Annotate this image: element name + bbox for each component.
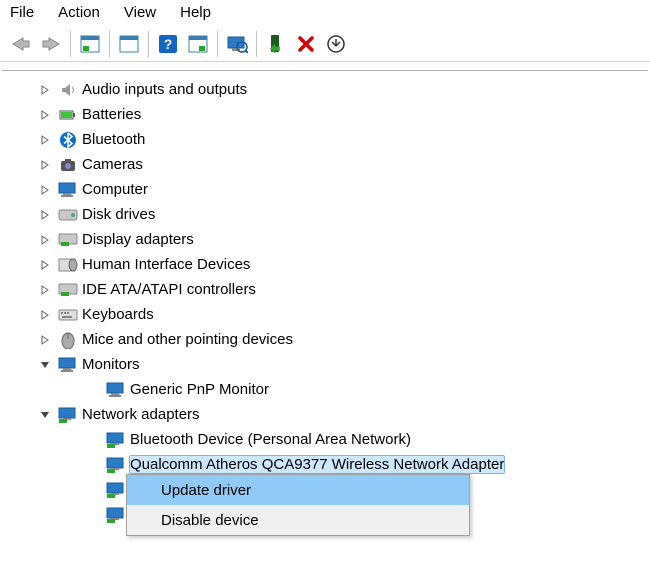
tree-item-ide[interactable]: IDE ATA/ATAPI controllers (14, 277, 648, 302)
tree-label: Bluetooth Device (Personal Area Network) (130, 431, 411, 448)
help-button[interactable]: ? (153, 29, 183, 59)
tree-label: Mice and other pointing devices (82, 331, 293, 348)
monitor-icon (58, 355, 78, 375)
expand-icon[interactable] (38, 108, 52, 122)
monitor-icon (106, 380, 126, 400)
expand-icon[interactable] (38, 283, 52, 297)
update-driver-button[interactable] (321, 29, 351, 59)
tree-label: Monitors (82, 356, 140, 373)
disk-icon (58, 205, 78, 225)
keyboard-icon (58, 305, 78, 325)
uninstall-device-button[interactable] (291, 29, 321, 59)
context-update-driver[interactable]: Update driver (127, 475, 469, 505)
tree-item-display[interactable]: Display adapters (14, 227, 648, 252)
menu-view[interactable]: View (124, 4, 156, 21)
tree-item-keyboards[interactable]: Keyboards (14, 302, 648, 327)
tree-label: Bluetooth (82, 131, 145, 148)
tree-item-audio[interactable]: Audio inputs and outputs (14, 77, 648, 102)
expand-icon[interactable] (38, 233, 52, 247)
tree-label: Audio inputs and outputs (82, 81, 247, 98)
audio-icon (58, 80, 78, 100)
tree-label: Keyboards (82, 306, 154, 323)
computer-icon (58, 180, 78, 200)
tree-label: Qualcomm Atheros QCA9377 Wireless Networ… (130, 456, 504, 473)
camera-icon (58, 155, 78, 175)
tree-item-mice[interactable]: Mice and other pointing devices (14, 327, 648, 352)
tree-item-bt-device[interactable]: Bluetooth Device (Personal Area Network) (14, 427, 648, 452)
expand-icon[interactable] (38, 333, 52, 347)
network-icon (106, 480, 126, 500)
scan-hardware-button[interactable] (222, 29, 252, 59)
context-menu: Update driver Disable device (126, 474, 470, 536)
tree-label: Network adapters (82, 406, 200, 423)
bluetooth-icon (58, 130, 78, 150)
collapse-icon[interactable] (38, 358, 52, 372)
expand-icon[interactable] (38, 133, 52, 147)
tree-item-monitors[interactable]: Monitors (14, 352, 648, 377)
display-adapter-icon (58, 230, 78, 250)
back-button[interactable] (6, 29, 36, 59)
device-tree: Audio inputs and outputs Batteries Bluet… (2, 71, 648, 527)
tree-label: Computer (82, 181, 148, 198)
network-icon (106, 430, 126, 450)
toolbar-separator (148, 31, 149, 57)
expand-icon[interactable] (38, 83, 52, 97)
tree-item-batteries[interactable]: Batteries (14, 102, 648, 127)
toolbar-separator (70, 31, 71, 57)
tree-label: Display adapters (82, 231, 194, 248)
mouse-icon (58, 330, 78, 350)
context-disable-device[interactable]: Disable device (127, 505, 469, 535)
menu-help[interactable]: Help (180, 4, 211, 21)
menubar: File Action View Help (0, 0, 650, 27)
toolbar-separator (256, 31, 257, 57)
expand-icon[interactable] (38, 258, 52, 272)
tree-item-bluetooth[interactable]: Bluetooth (14, 127, 648, 152)
tree-label: Generic PnP Monitor (130, 381, 269, 398)
toolbar: ? (0, 27, 650, 62)
toolbar-separator (217, 31, 218, 57)
battery-icon (58, 105, 78, 125)
network-icon (106, 455, 126, 475)
svg-text:?: ? (164, 36, 173, 52)
expand-icon[interactable] (38, 183, 52, 197)
tree-item-disk[interactable]: Disk drives (14, 202, 648, 227)
tree-item-cameras[interactable]: Cameras (14, 152, 648, 177)
expand-icon[interactable] (38, 208, 52, 222)
tree-label: Human Interface Devices (82, 256, 250, 273)
menu-action[interactable]: Action (58, 4, 100, 21)
forward-button[interactable] (36, 29, 66, 59)
collapse-icon[interactable] (38, 408, 52, 422)
enable-device-button[interactable] (261, 29, 291, 59)
tree-item-computer[interactable]: Computer (14, 177, 648, 202)
tree-label: IDE ATA/ATAPI controllers (82, 281, 256, 298)
tree-item-network-adapters[interactable]: Network adapters (14, 402, 648, 427)
network-icon (58, 405, 78, 425)
tree-item-generic-monitor[interactable]: Generic PnP Monitor (14, 377, 648, 402)
tree-item-hid[interactable]: Human Interface Devices (14, 252, 648, 277)
tree-label: Batteries (82, 106, 141, 123)
tree-label: Disk drives (82, 206, 155, 223)
hid-icon (58, 255, 78, 275)
action-list-button[interactable] (183, 29, 213, 59)
properties-button[interactable] (114, 29, 144, 59)
menu-file[interactable]: File (10, 4, 34, 21)
network-icon (106, 505, 126, 525)
toolbar-separator (109, 31, 110, 57)
tree-label: Cameras (82, 156, 143, 173)
ide-icon (58, 280, 78, 300)
expand-icon[interactable] (38, 158, 52, 172)
show-hide-tree-button[interactable] (75, 29, 105, 59)
expand-icon[interactable] (38, 308, 52, 322)
